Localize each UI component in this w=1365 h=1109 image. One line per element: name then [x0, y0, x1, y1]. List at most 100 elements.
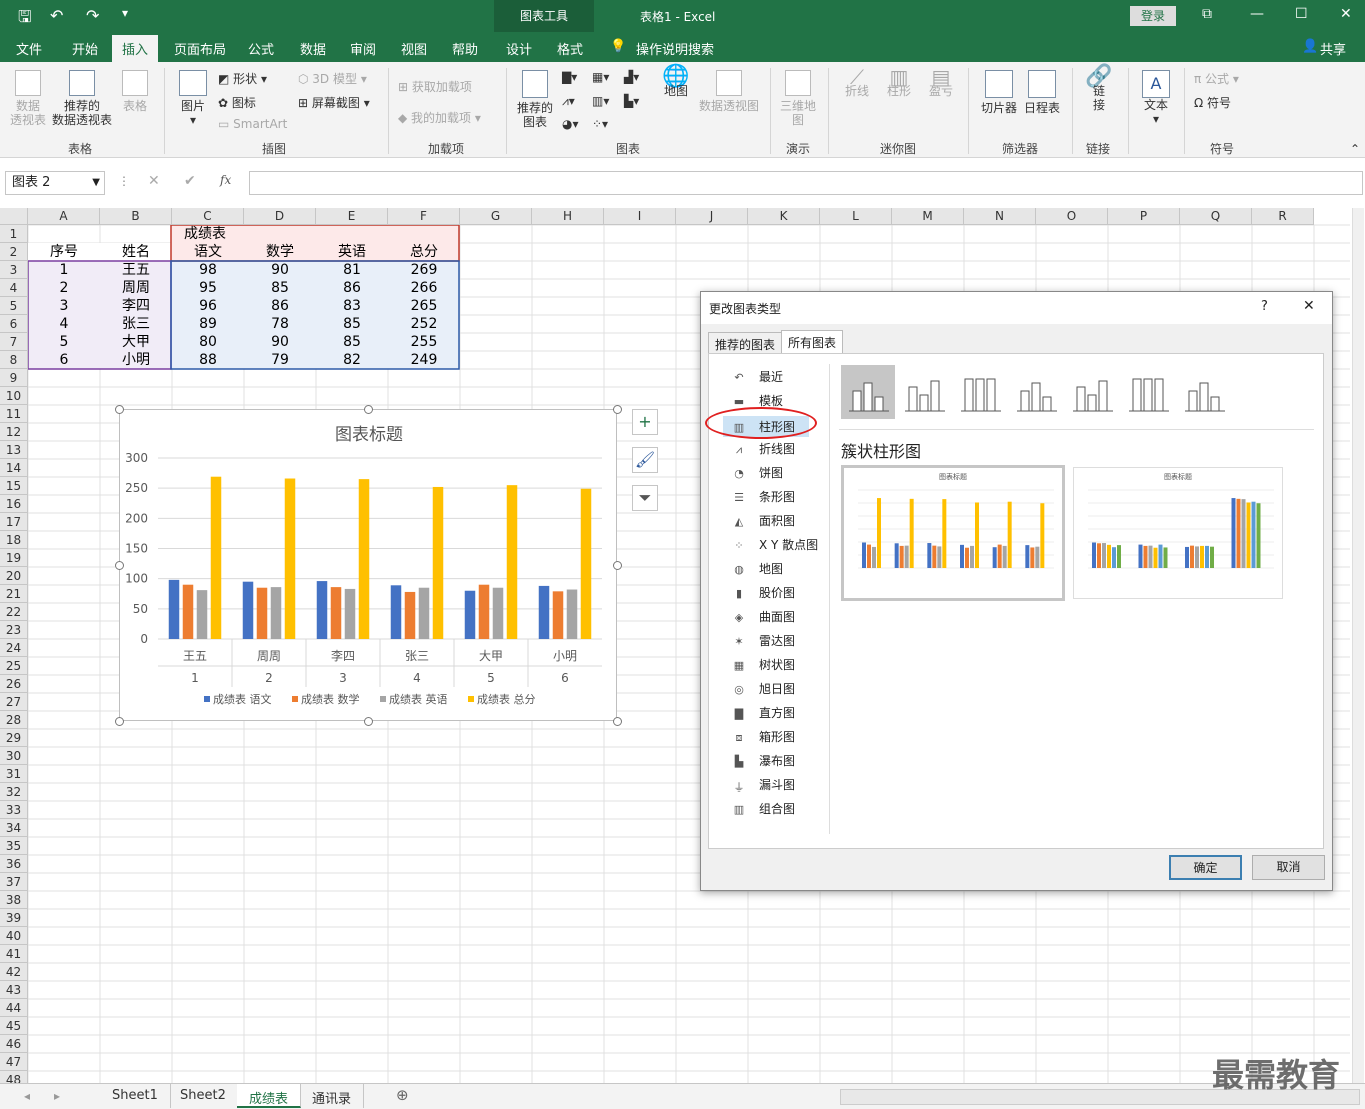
next-sheet-icon[interactable]: ▸	[54, 1089, 60, 1103]
bar[interactable]	[270, 587, 282, 639]
bar[interactable]	[256, 587, 268, 639]
cell[interactable]: 2	[28, 279, 100, 297]
row-header-32[interactable]: 32	[0, 783, 28, 801]
row-header-11[interactable]: 11	[0, 405, 28, 423]
menu-review[interactable]: 审阅	[350, 39, 376, 58]
cell[interactable]: 252	[388, 315, 460, 333]
redo-icon[interactable]: ↷	[86, 6, 99, 25]
row-header-43[interactable]: 43	[0, 981, 28, 999]
cell[interactable]: 90	[244, 333, 316, 351]
sparkline-line-button[interactable]: ⟋ 折线	[840, 67, 874, 98]
cell[interactable]: 姓名	[100, 243, 172, 261]
smartart-button[interactable]: ▭ SmartArt	[218, 117, 287, 131]
row-header-39[interactable]: 39	[0, 909, 28, 927]
cell[interactable]: 85	[316, 315, 388, 333]
column-header-R[interactable]: R	[1252, 208, 1314, 225]
bar[interactable]	[358, 479, 370, 639]
pivot-table-button[interactable]: 数据 透视表	[8, 70, 48, 127]
row-header-21[interactable]: 21	[0, 585, 28, 603]
row-header-10[interactable]: 10	[0, 387, 28, 405]
column-header-O[interactable]: O	[1036, 208, 1108, 225]
shapes-button[interactable]: ◩ 形状 ▾	[218, 70, 267, 87]
row-header-14[interactable]: 14	[0, 459, 28, 477]
row-header-25[interactable]: 25	[0, 657, 28, 675]
row-header-3[interactable]: 3	[0, 261, 28, 279]
row-header-26[interactable]: 26	[0, 675, 28, 693]
cell[interactable]: 82	[316, 351, 388, 369]
row-header-8[interactable]: 8	[0, 351, 28, 369]
cell[interactable]: 张三	[100, 315, 172, 333]
row-header-40[interactable]: 40	[0, 927, 28, 945]
row-header-13[interactable]: 13	[0, 441, 28, 459]
chart-type-16[interactable]: ▙ 瀑布图	[731, 752, 795, 769]
row-header-27[interactable]: 27	[0, 693, 28, 711]
resize-handle[interactable]	[613, 717, 622, 726]
sparkline-winloss-button[interactable]: ▤ 盈亏	[924, 67, 958, 98]
bar[interactable]	[404, 591, 416, 639]
bar[interactable]	[182, 584, 194, 639]
row-header-28[interactable]: 28	[0, 711, 28, 729]
column-chart-menu[interactable]: ▇▾	[562, 70, 577, 84]
cell[interactable]: 86	[316, 279, 388, 297]
bar[interactable]	[196, 590, 208, 639]
stats-chart-menu[interactable]: ▥▾	[592, 94, 609, 108]
chart-subtype-5[interactable]	[1121, 365, 1175, 419]
cell[interactable]: 98	[172, 261, 244, 279]
row-header-16[interactable]: 16	[0, 495, 28, 513]
fx-icon[interactable]: fx	[220, 173, 231, 187]
legend-entry[interactable]: 成绩表 英语	[389, 692, 448, 706]
get-addins-button[interactable]: ⊞ 获取加载项	[398, 78, 472, 95]
icons-button[interactable]: ✿ 图标	[218, 94, 256, 111]
bar[interactable]	[492, 587, 504, 639]
chart-type-9[interactable]: ▮ 股价图	[731, 584, 795, 601]
bar[interactable]	[242, 581, 254, 639]
chart-type-7[interactable]: ⁘ X Y 散点图	[731, 536, 818, 553]
row-header-47[interactable]: 47	[0, 1053, 28, 1071]
row-header-18[interactable]: 18	[0, 531, 28, 549]
chart-type-4[interactable]: ◔ 饼图	[731, 464, 783, 481]
cell[interactable]: 255	[388, 333, 460, 351]
cell[interactable]: 90	[244, 261, 316, 279]
row-header-12[interactable]: 12	[0, 423, 28, 441]
chart-subtype-1[interactable]	[897, 365, 951, 419]
chart-subtype-2[interactable]	[953, 365, 1007, 419]
row-header-2[interactable]: 2	[0, 243, 28, 261]
preview-option-2[interactable]: 图表标题	[1073, 467, 1283, 599]
name-box[interactable]: 图表 2 ▼	[5, 171, 105, 195]
table-button[interactable]: 表格	[118, 70, 152, 113]
bar[interactable]	[478, 584, 490, 639]
row-header-44[interactable]: 44	[0, 999, 28, 1017]
row-header-36[interactable]: 36	[0, 855, 28, 873]
cell[interactable]: 96	[172, 297, 244, 315]
bar[interactable]	[552, 591, 564, 639]
maps-button[interactable]: 🌐 地图	[660, 66, 692, 99]
chart-type-15[interactable]: ⧈ 箱形图	[731, 728, 796, 745]
resize-handle[interactable]	[364, 717, 373, 726]
waterfall-chart-menu[interactable]: ▟▾	[624, 70, 639, 84]
cell[interactable]: 249	[388, 351, 460, 369]
bar[interactable]	[464, 590, 476, 639]
select-all-corner[interactable]	[0, 208, 28, 225]
row-header-23[interactable]: 23	[0, 621, 28, 639]
chart-elements-button[interactable]: +	[632, 409, 658, 435]
bar[interactable]	[566, 589, 578, 639]
chart-type-8[interactable]: ◍ 地图	[731, 560, 783, 577]
screenshot-button[interactable]: ⊞ 屏幕截图 ▾	[298, 94, 370, 111]
line-chart-menu[interactable]: ⩘▾	[562, 94, 575, 109]
cancel-button[interactable]: 取消	[1252, 855, 1325, 880]
cancel-icon[interactable]: ✕	[148, 173, 160, 189]
sparkline-column-button[interactable]: ▥ 柱形	[882, 67, 916, 98]
text-button[interactable]: A 文本 ▾	[1136, 70, 1176, 126]
resize-handle[interactable]	[115, 561, 124, 570]
bar[interactable]	[210, 476, 222, 639]
chart-subtype-3[interactable]	[1009, 365, 1063, 419]
row-header-33[interactable]: 33	[0, 801, 28, 819]
column-header-E[interactable]: E	[316, 208, 388, 225]
timeline-button[interactable]: 日程表	[1022, 70, 1062, 115]
pictures-button[interactable]: 图片 ▾	[174, 70, 212, 127]
menu-view[interactable]: 视图	[401, 39, 427, 58]
chart-filters-button[interactable]: ⏷	[632, 485, 658, 511]
row-header-31[interactable]: 31	[0, 765, 28, 783]
legend-entry[interactable]: 成绩表 语文	[213, 692, 272, 706]
chart-type-18[interactable]: ▥ 组合图	[731, 800, 795, 817]
